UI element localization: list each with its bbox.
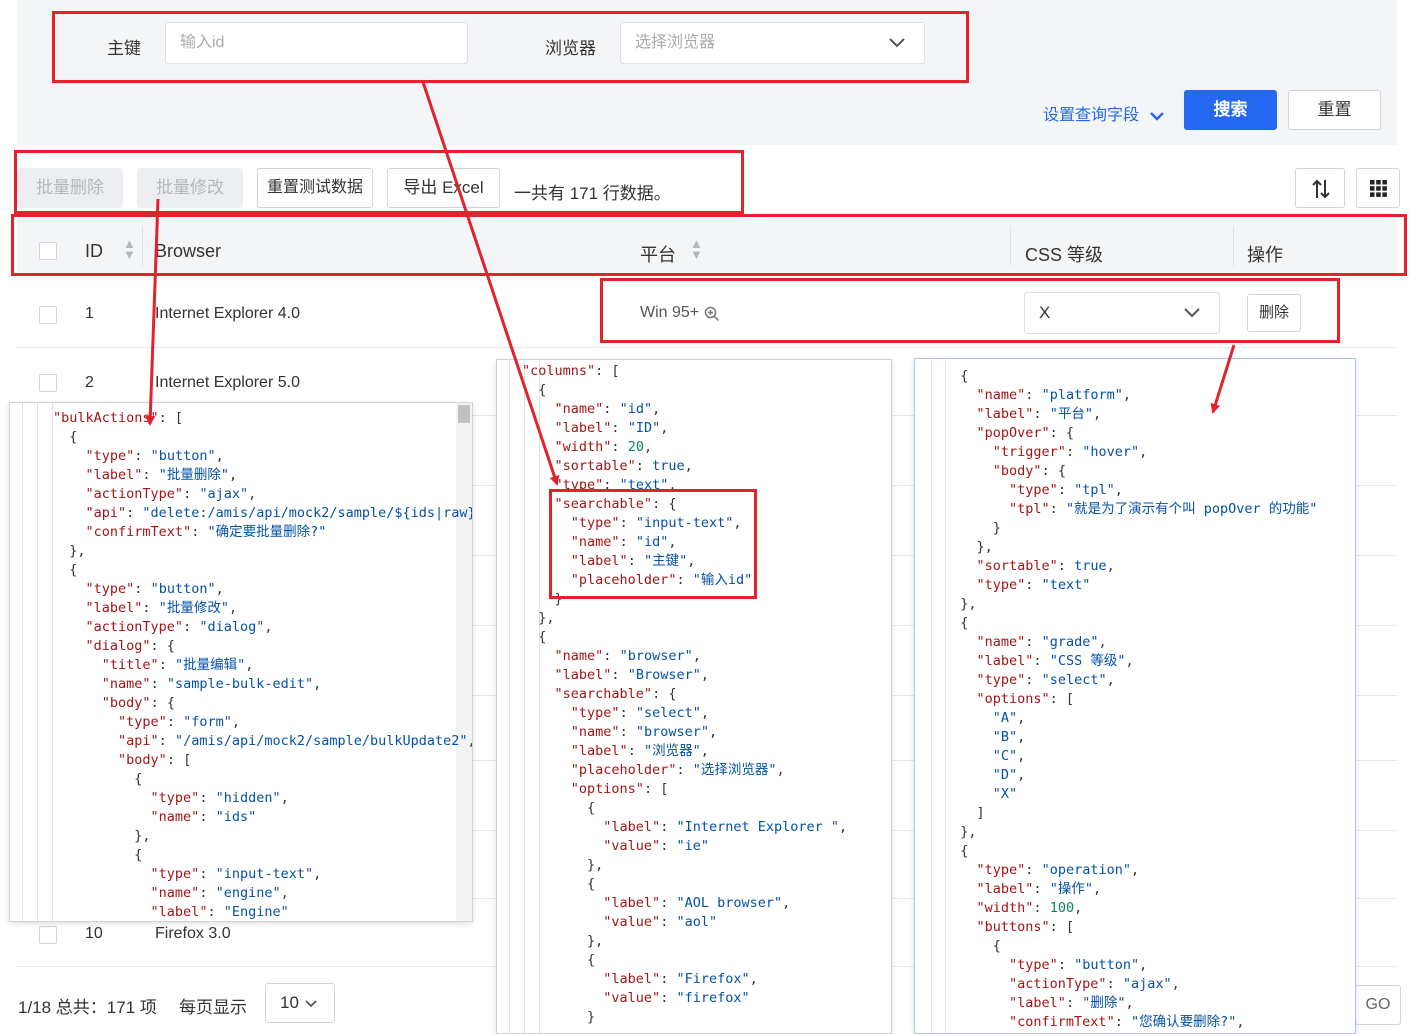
arrow-row-to-columns [1210, 344, 1236, 414]
arrow-search-to-searchable [421, 81, 560, 486]
annotation-arrows [145, 81, 1236, 486]
arrow-toolbar-to-bulkactions [145, 198, 160, 426]
